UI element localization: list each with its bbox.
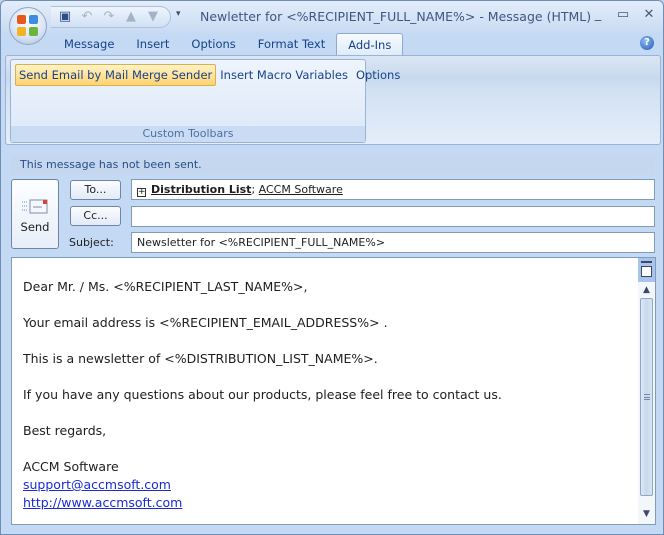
help-icon[interactable]: ? <box>640 36 654 50</box>
redo-icon[interactable]: ↷ <box>101 9 117 25</box>
to-button[interactable]: To... <box>70 180 121 200</box>
ruler-icon <box>641 266 652 277</box>
info-bar: This message has not been sent. <box>11 155 655 175</box>
signature-url-link[interactable]: http://www.accmsoft.com <box>23 495 182 510</box>
scroll-thumb[interactable] <box>640 298 653 496</box>
quick-access-toolbar: ▣ ↶ ↷ ▲ ▼ <box>51 6 171 28</box>
customize-toolbar-icon[interactable]: ▾ <box>176 9 181 19</box>
expand-list-icon[interactable]: + <box>137 188 146 197</box>
view-ruler-button[interactable] <box>638 258 655 282</box>
subject-label: Subject: <box>69 236 114 249</box>
vertical-scrollbar[interactable]: ▲ ▼ <box>638 282 655 524</box>
office-logo-icon <box>17 15 39 37</box>
addin-options-button[interactable]: Options <box>352 64 404 86</box>
tab-insert[interactable]: Insert <box>125 33 180 55</box>
body-closing: Best regards, <box>23 423 107 438</box>
send-envelope-icon <box>22 199 48 214</box>
title-bar: ▣ ↶ ↷ ▲ ▼ ▾ Newletter for <%RECIPIENT_FU… <box>1 1 663 33</box>
ribbon: Send Email by Mail Merge Sender Insert M… <box>5 55 661 145</box>
tab-options[interactable]: Options <box>180 33 246 55</box>
custom-toolbars-group: Send Email by Mail Merge Sender Insert M… <box>10 59 400 143</box>
scroll-up-icon[interactable]: ▲ <box>638 282 655 298</box>
maximize-button[interactable]: ▭ <box>613 7 633 22</box>
insert-macro-variables-button[interactable]: Insert Macro Variables <box>216 64 352 86</box>
grip-icon <box>644 394 650 400</box>
ribbon-tabs: Message Insert Options Format Text Add-I… <box>53 33 404 55</box>
recipient-separator: ; <box>251 183 256 196</box>
window-title: Newletter for <%RECIPIENT_FULL_NAME%> - … <box>200 9 592 24</box>
signature-email-link[interactable]: support@accmsoft.com <box>23 477 171 492</box>
previous-item-icon[interactable]: ▲ <box>123 9 139 25</box>
distribution-list-recipient[interactable]: Distribution List <box>151 183 251 196</box>
scroll-down-icon[interactable]: ▼ <box>638 506 655 522</box>
undo-icon[interactable]: ↶ <box>79 9 95 25</box>
body-email-line: Your email address is <%RECIPIENT_EMAIL_… <box>23 315 388 330</box>
next-item-icon[interactable]: ▼ <box>145 9 161 25</box>
body-greeting: Dear Mr. / Ms. <%RECIPIENT_LAST_NAME%>, <box>23 279 308 294</box>
cc-field[interactable] <box>131 206 655 227</box>
send-button[interactable]: Send <box>11 179 59 249</box>
signature-name: ACCM Software <box>23 459 119 474</box>
close-button[interactable]: ✕ <box>639 7 659 22</box>
minimize-button[interactable]: _ <box>588 7 608 22</box>
subject-field[interactable]: Newsletter for <%RECIPIENT_FULL_NAME%> <box>131 232 655 253</box>
message-body-text[interactable]: Dear Mr. / Ms. <%RECIPIENT_LAST_NAME%>, … <box>23 278 502 512</box>
body-newsletter-line: This is a newsletter of <%DISTRIBUTION_L… <box>23 351 378 366</box>
group-label: Custom Toolbars <box>11 126 365 142</box>
message-window: ▣ ↶ ↷ ▲ ▼ ▾ Newletter for <%RECIPIENT_FU… <box>0 0 664 535</box>
cc-button[interactable]: Cc... <box>70 206 121 226</box>
send-mail-merge-button[interactable]: Send Email by Mail Merge Sender <box>15 64 217 86</box>
tab-add-ins[interactable]: Add-Ins <box>336 33 404 55</box>
message-body[interactable]: Dear Mr. / Ms. <%RECIPIENT_LAST_NAME%>, … <box>11 257 656 525</box>
to-field[interactable]: + Distribution List; ACCM Software <box>131 179 655 200</box>
tab-format-text[interactable]: Format Text <box>247 33 336 55</box>
body-questions-line: If you have any questions about our prod… <box>23 387 502 402</box>
recipient-accm-software[interactable]: ACCM Software <box>259 183 343 196</box>
send-label: Send <box>20 220 50 234</box>
tab-message[interactable]: Message <box>53 33 125 55</box>
save-icon[interactable]: ▣ <box>57 9 73 25</box>
office-button[interactable] <box>9 7 47 45</box>
